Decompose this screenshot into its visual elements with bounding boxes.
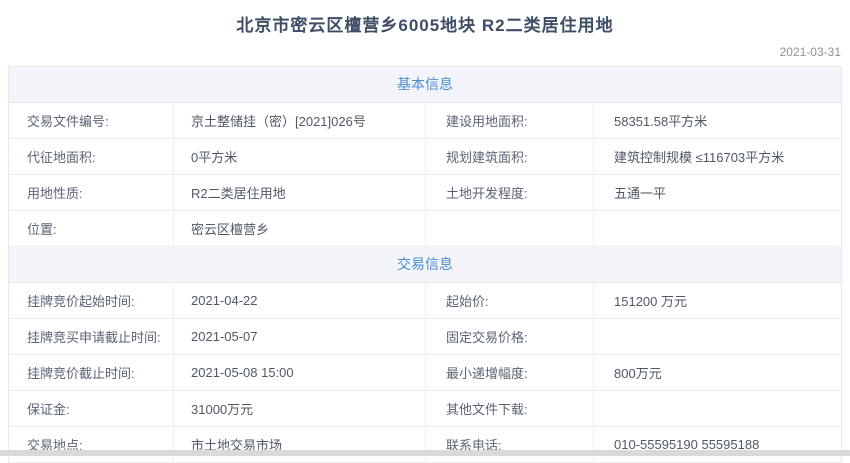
field-label: 挂牌竞价截止时间: [9, 355, 174, 390]
field-label: 土地开发程度: [426, 175, 594, 210]
field-label: 交易文件编号: [9, 103, 174, 138]
publish-date: 2021-03-31 [0, 45, 850, 59]
field-value: 市土地交易市场 [174, 427, 426, 462]
table-row: 挂牌竞价截止时间: 2021-05-08 15:00 最小递增幅度: 800万元 [9, 355, 841, 391]
field-value: 密云区檀营乡 [174, 211, 426, 246]
field-value [594, 211, 841, 246]
field-value: 151200 万元 [594, 283, 841, 318]
field-value: 建筑控制规模 ≤116703平方米 [594, 139, 841, 174]
field-value: R2二类居住用地 [174, 175, 426, 210]
field-label: 保证金: [9, 391, 174, 426]
field-label: 起始价: [426, 283, 594, 318]
field-label: 联系电话: [426, 427, 594, 462]
table-row: 挂牌竞买申请截止时间: 2021-05-07 固定交易价格: [9, 319, 841, 355]
field-label: 最小递增幅度: [426, 355, 594, 390]
section-header-basic-info: 基本信息 [9, 67, 841, 103]
table-row: 交易地点: 市土地交易市场 联系电话: 010-55595190 5559518… [9, 427, 841, 463]
field-value: 58351.58平方米 [594, 103, 841, 138]
field-label: 固定交易价格: [426, 319, 594, 354]
field-label: 位置: [9, 211, 174, 246]
field-label: 挂牌竞价起始时间: [9, 283, 174, 318]
table-row: 用地性质: R2二类居住用地 土地开发程度: 五通一平 [9, 175, 841, 211]
page-header: 北京市密云区檀营乡6005地块 R2二类居住用地 2021-03-31 [0, 0, 850, 66]
field-value: 2021-04-22 [174, 283, 426, 318]
section-header-transaction-info: 交易信息 [9, 247, 841, 283]
table-row: 交易文件编号: 京土整储挂（密）[2021]026号 建设用地面积: 58351… [9, 103, 841, 139]
field-label: 交易地点: [9, 427, 174, 462]
field-value: 0平方米 [174, 139, 426, 174]
land-info-table: 基本信息 交易文件编号: 京土整储挂（密）[2021]026号 建设用地面积: … [8, 66, 842, 463]
field-value: 京土整储挂（密）[2021]026号 [174, 103, 426, 138]
table-row: 代征地面积: 0平方米 规划建筑面积: 建筑控制规模 ≤116703平方米 [9, 139, 841, 175]
field-label [426, 211, 594, 246]
page-title: 北京市密云区檀营乡6005地块 R2二类居住用地 [0, 14, 850, 38]
field-value: 2021-05-08 15:00 [174, 355, 426, 390]
field-label: 建设用地面积: [426, 103, 594, 138]
field-value: 31000万元 [174, 391, 426, 426]
table-row: 挂牌竞价起始时间: 2021-04-22 起始价: 151200 万元 [9, 283, 841, 319]
field-label: 挂牌竞买申请截止时间: [9, 319, 174, 354]
field-label: 代征地面积: [9, 139, 174, 174]
field-value: 010-55595190 55595188 [594, 427, 841, 462]
field-value [594, 391, 841, 426]
table-row: 位置: 密云区檀营乡 [9, 211, 841, 247]
horizontal-scrollbar[interactable] [0, 450, 850, 456]
field-value [594, 319, 841, 354]
field-value: 2021-05-07 [174, 319, 426, 354]
table-row: 保证金: 31000万元 其他文件下载: [9, 391, 841, 427]
field-value: 800万元 [594, 355, 841, 390]
field-value: 五通一平 [594, 175, 841, 210]
field-label: 其他文件下载: [426, 391, 594, 426]
field-label: 用地性质: [9, 175, 174, 210]
field-label: 规划建筑面积: [426, 139, 594, 174]
